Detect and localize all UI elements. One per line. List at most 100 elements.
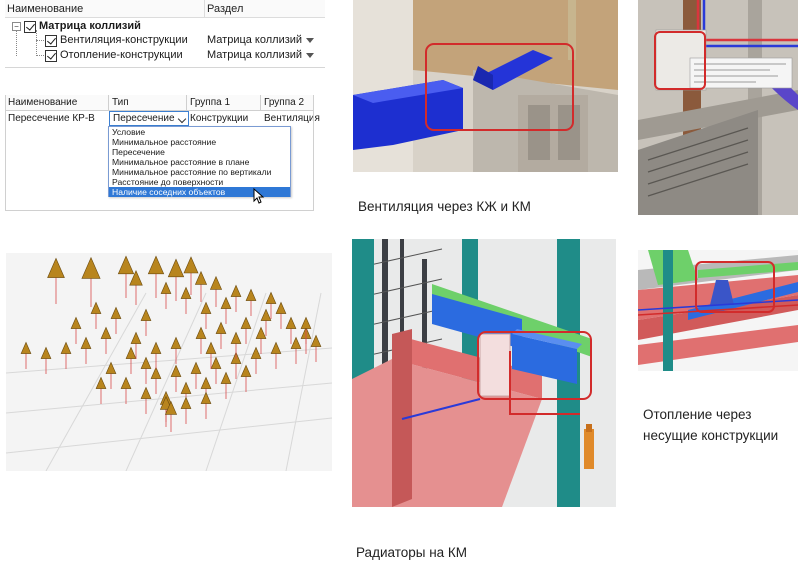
tree-column-name[interactable]: Наименование	[5, 0, 205, 17]
heating-staircase-view[interactable]	[638, 0, 798, 215]
collision-marker-icon[interactable]	[60, 341, 72, 369]
row-group2: Вентиляция	[264, 113, 320, 124]
collision-marker-icon[interactable]	[117, 255, 135, 298]
caption-heating: Отопление через несущие конструкции	[643, 404, 778, 446]
collision-marker-icon[interactable]	[100, 326, 112, 354]
collision-marker-icon[interactable]	[170, 364, 182, 392]
chevron-down-icon[interactable]	[177, 114, 187, 124]
tree-root-row[interactable]: − Матрица коллизий	[12, 19, 141, 34]
collision-markers-view[interactable]	[6, 253, 332, 471]
grid-header: Наименование Тип Группа 1 Группа 2	[5, 95, 313, 111]
collision-marker-icon[interactable]	[270, 341, 282, 369]
grid-col-name[interactable]: Наименование	[5, 95, 109, 110]
collision-marker-icon[interactable]	[110, 306, 122, 334]
collision-marker-icon[interactable]	[240, 364, 252, 392]
collision-marker-icon[interactable]	[120, 376, 132, 404]
collision-marker-icon[interactable]	[275, 301, 287, 329]
type-select-value: Пересечение	[113, 113, 175, 124]
collision-marker-icon[interactable]	[150, 366, 162, 394]
tree-item-label: Вентиляция-конструкции	[60, 34, 188, 46]
collision-marker-icon[interactable]	[190, 361, 202, 389]
tree-item-ventilation[interactable]: Вентиляция-конструкции	[45, 33, 188, 48]
collision-marker-icon[interactable]	[255, 326, 267, 354]
collision-marker-icon[interactable]	[240, 316, 252, 344]
tree-connector	[36, 55, 44, 56]
collision-marker-icon[interactable]	[140, 356, 152, 384]
radiators-scene	[352, 239, 616, 507]
tree-root-label: Матрица коллизий	[39, 20, 141, 32]
collapse-icon[interactable]: −	[12, 22, 21, 31]
collision-marker-icon[interactable]	[81, 256, 101, 307]
collision-marker-icon[interactable]	[194, 270, 208, 302]
dropdown-option[interactable]: Пересечение	[109, 147, 290, 157]
collision-marker-icon[interactable]	[215, 321, 227, 349]
collision-marker-icon[interactable]	[140, 308, 152, 336]
tree-item-section: Матрица коллизий	[207, 34, 303, 46]
collision-marker-icon[interactable]	[300, 316, 312, 344]
type-dropdown-list: Условие Минимальное расстояние Пересечен…	[108, 126, 291, 197]
collision-marker-icon[interactable]	[220, 371, 232, 399]
collision-marker-icon[interactable]	[47, 257, 65, 304]
collision-marker-icon[interactable]	[209, 275, 223, 307]
collision-marker-group	[20, 255, 322, 432]
collision-type-grid: Наименование Тип Группа 1 Группа 2 Перес…	[5, 95, 323, 211]
caption-radiators: Радиаторы на КМ	[356, 545, 468, 560]
heating-checkbox[interactable]	[45, 49, 57, 62]
radiators-view[interactable]	[352, 239, 616, 507]
collision-marker-icon[interactable]	[180, 286, 192, 314]
collision-marker-icon[interactable]	[200, 391, 212, 419]
dropdown-option[interactable]: Расстояние до поверхности	[109, 177, 290, 187]
row-group1: Конструкции	[190, 113, 249, 124]
collision-markers-canvas	[6, 255, 332, 471]
grid-border	[5, 95, 6, 211]
caption-ventilation: Вентиляция через КЖ и КМ	[358, 199, 531, 214]
collision-marker-icon[interactable]	[129, 270, 143, 305]
tree-item-section: Матрица коллизий	[207, 49, 303, 61]
collision-marker-icon[interactable]	[200, 301, 212, 329]
collision-marker-icon[interactable]	[195, 326, 207, 354]
root-checkbox[interactable]	[24, 20, 36, 33]
ventilation-checkbox[interactable]	[45, 34, 57, 47]
collision-matrix-tree: Наименование Раздел − Матрица коллизий В…	[5, 0, 325, 68]
heating-structures-scene	[638, 250, 798, 371]
collision-marker-icon[interactable]	[70, 316, 82, 344]
collision-marker-icon[interactable]	[80, 336, 92, 364]
collision-marker-icon[interactable]	[160, 281, 172, 309]
ventilation-view[interactable]	[353, 0, 618, 172]
tree-item-heating[interactable]: Отопление-конструкции	[45, 48, 183, 63]
collision-marker-icon[interactable]	[150, 341, 162, 369]
collision-marker-icon[interactable]	[180, 396, 192, 424]
tree-connector	[36, 40, 44, 41]
collision-marker-icon[interactable]	[250, 346, 262, 374]
grid-border	[313, 95, 314, 211]
collision-marker-icon[interactable]	[220, 296, 232, 324]
grid-col-type[interactable]: Тип	[109, 95, 187, 110]
collision-marker-icon[interactable]	[245, 288, 257, 316]
collision-marker-icon[interactable]	[210, 356, 222, 384]
caption-heating-line2: несущие конструкции	[643, 428, 779, 443]
collision-marker-icon[interactable]	[167, 258, 185, 301]
grid-col-group1[interactable]: Группа 1	[187, 95, 261, 110]
collision-marker-icon[interactable]	[90, 301, 102, 329]
heating-structures-view[interactable]	[638, 250, 798, 371]
collision-marker-icon[interactable]	[147, 255, 165, 298]
dropdown-option[interactable]: Минимальное расстояние	[109, 137, 290, 147]
tree-column-section[interactable]: Раздел	[205, 0, 243, 17]
floor-grid	[6, 292, 332, 471]
heating-staircase-scene	[638, 0, 798, 215]
section-dropdown-icon[interactable]	[306, 38, 314, 43]
ventilation-scene	[353, 0, 618, 172]
collision-marker-icon[interactable]	[95, 376, 107, 404]
dropdown-option[interactable]: Условие	[109, 127, 290, 137]
collision-marker-icon[interactable]	[230, 284, 242, 312]
dropdown-option[interactable]: Минимальное расстояние по вертикали	[109, 167, 290, 177]
grid-border	[5, 210, 314, 211]
collision-marker-icon[interactable]	[285, 316, 297, 344]
type-select[interactable]: Пересечение	[109, 111, 189, 126]
collision-marker-icon[interactable]	[20, 341, 32, 369]
dropdown-option[interactable]: Минимальное расстояние в плане	[109, 157, 290, 167]
section-dropdown-icon[interactable]	[306, 53, 314, 58]
collision-marker-icon[interactable]	[105, 361, 117, 389]
grid-col-group2[interactable]: Группа 2	[261, 95, 313, 110]
collision-marker-icon[interactable]	[125, 346, 137, 374]
